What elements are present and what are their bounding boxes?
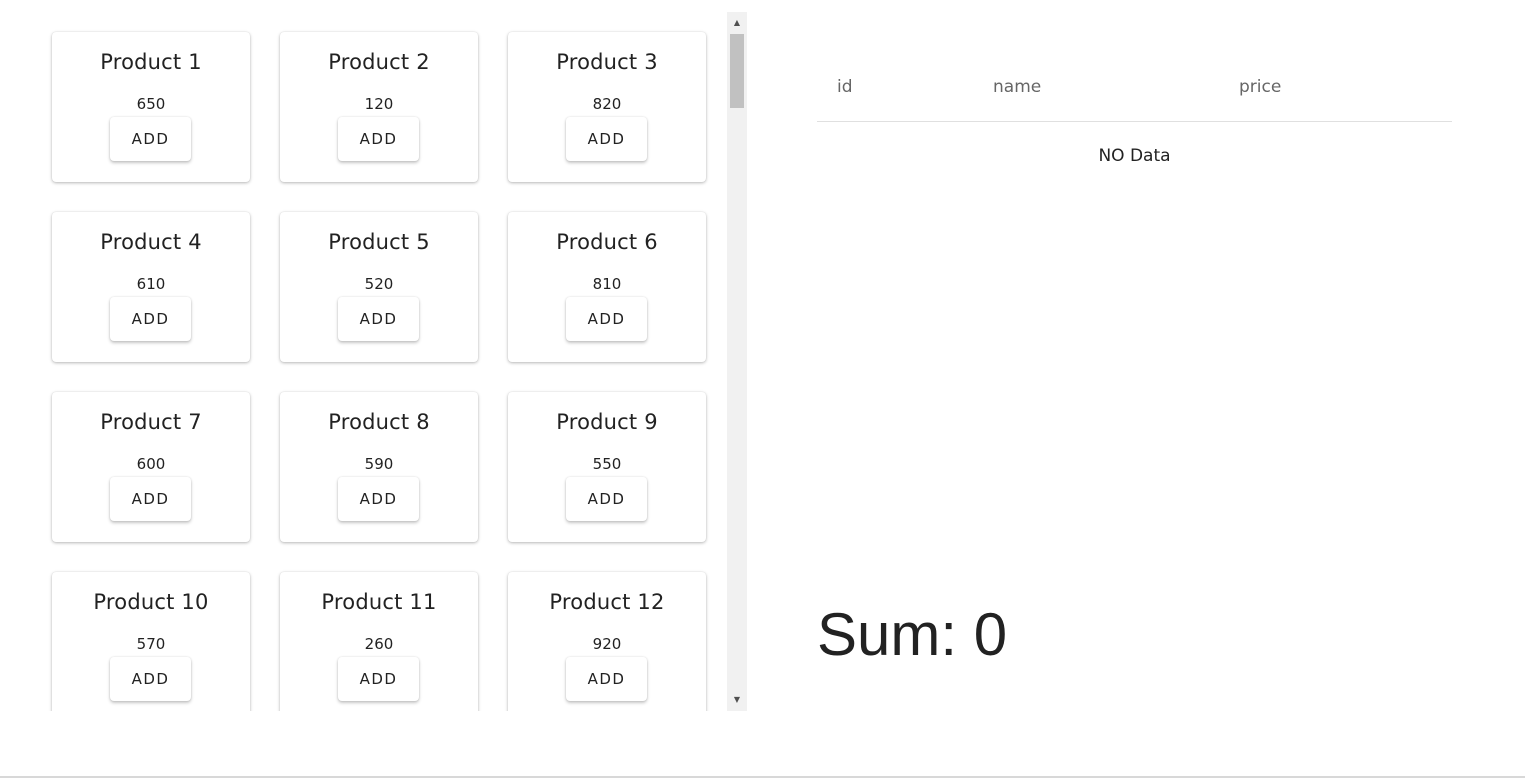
product-card: Product 11 260 ADD [280,572,478,711]
product-name: Product 12 [549,590,665,614]
product-name: Product 1 [100,50,202,74]
add-to-cart-button[interactable]: ADD [566,477,647,521]
product-card: Product 2 120 ADD [280,32,478,182]
add-to-cart-button[interactable]: ADD [338,477,419,521]
product-list-viewport: Product 1 650 ADD Product 2 120 ADD Prod… [0,12,727,711]
vertical-scrollbar[interactable]: ▲ ▼ [727,12,747,711]
product-price: 820 [592,95,622,113]
product-card: Product 3 820 ADD [508,32,706,182]
column-header-name[interactable]: name [993,77,1041,97]
product-card: Product 9 550 ADD [508,392,706,542]
product-name: Product 11 [321,590,437,614]
product-card: Product 8 590 ADD [280,392,478,542]
product-price: 650 [136,95,166,113]
product-card: Product 1 650 ADD [52,32,250,182]
add-to-cart-button[interactable]: ADD [566,117,647,161]
add-to-cart-button[interactable]: ADD [338,297,419,341]
add-to-cart-button[interactable]: ADD [566,657,647,701]
product-name: Product 4 [100,230,202,254]
cart-table: id name price NO Data [817,60,1452,680]
column-header-price[interactable]: price [1239,77,1281,97]
product-grid: Product 1 650 ADD Product 2 120 ADD Prod… [52,32,706,711]
product-card: Product 10 570 ADD [52,572,250,711]
add-to-cart-button[interactable]: ADD [338,117,419,161]
product-price: 600 [136,455,166,473]
product-price: 550 [592,455,622,473]
add-to-cart-button[interactable]: ADD [110,477,191,521]
add-to-cart-button[interactable]: ADD [110,117,191,161]
add-to-cart-button[interactable]: ADD [338,657,419,701]
product-price: 610 [136,275,166,293]
product-price: 520 [364,275,394,293]
product-card: Product 4 610 ADD [52,212,250,362]
product-card: Product 5 520 ADD [280,212,478,362]
scroll-down-arrow-icon[interactable]: ▼ [727,691,747,709]
add-to-cart-button[interactable]: ADD [110,657,191,701]
product-name: Product 5 [328,230,430,254]
cart-sum: Sum: 0 [817,601,1008,668]
product-card: Product 6 810 ADD [508,212,706,362]
product-name: Product 7 [100,410,202,434]
product-price: 570 [136,635,166,653]
column-header-id[interactable]: id [837,77,853,97]
product-card: Product 12 920 ADD [508,572,706,711]
product-name: Product 8 [328,410,430,434]
cart-table-header: id name price [817,60,1452,122]
product-price: 590 [364,455,394,473]
product-card: Product 7 600 ADD [52,392,250,542]
scrollbar-thumb[interactable] [730,34,744,108]
product-price: 920 [592,635,622,653]
empty-cart-message: NO Data [1098,146,1171,166]
scroll-up-arrow-icon[interactable]: ▲ [727,14,747,32]
add-to-cart-button[interactable]: ADD [110,297,191,341]
product-name: Product 2 [328,50,430,74]
product-price: 260 [364,635,394,653]
product-list-panel[interactable]: Product 1 650 ADD Product 2 120 ADD Prod… [0,12,748,711]
product-name: Product 9 [556,410,658,434]
product-price: 120 [364,95,394,113]
product-name: Product 10 [93,590,209,614]
product-name: Product 6 [556,230,658,254]
product-price: 810 [592,275,622,293]
product-name: Product 3 [556,50,658,74]
add-to-cart-button[interactable]: ADD [566,297,647,341]
app-root: Product 1 650 ADD Product 2 120 ADD Prod… [0,0,1525,778]
